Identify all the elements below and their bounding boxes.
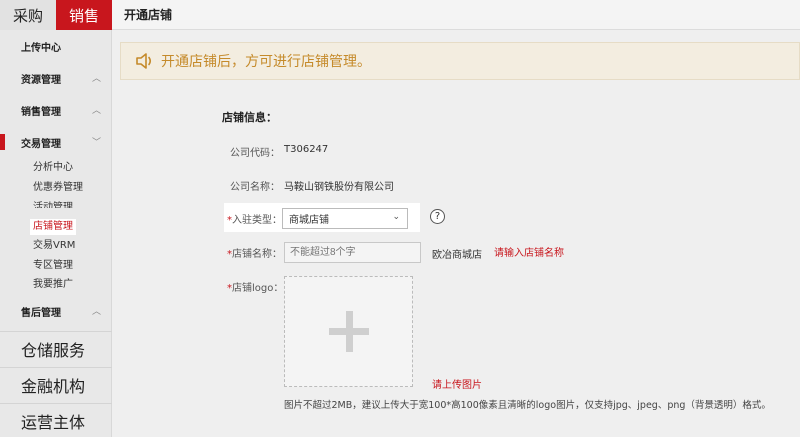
- notice-banner: 开通店铺后，方可进行店铺管理。: [120, 42, 800, 80]
- sidebar-subitem-trade-vrm[interactable]: 交易VRM: [33, 238, 75, 254]
- sidebar-service-label: 运营主体: [21, 412, 86, 432]
- sidebar-item-after-sales-management[interactable]: 售后管理 ︿: [0, 300, 112, 322]
- top-tabs: 采购 销售: [0, 0, 112, 30]
- help-icon[interactable]: ?: [430, 209, 445, 224]
- company-name-value: 马鞍山钢铁股份有限公司: [284, 182, 394, 193]
- company-name-label: 公司名称：: [230, 182, 280, 193]
- store-type-select[interactable]: 商城店铺 ⌄: [282, 208, 408, 229]
- sidebar-service-operator[interactable]: 运营主体: [0, 403, 112, 437]
- sidebar-item-resource-management[interactable]: 资源管理 ︿: [0, 67, 112, 89]
- sidebar-item-label: 交易管理: [21, 138, 61, 150]
- store-type-value: 商城店铺: [289, 215, 329, 226]
- chevron-up-icon: ︿: [92, 106, 102, 116]
- sidebar-item-label: 售后管理: [21, 307, 61, 319]
- chevron-up-icon: ︿: [92, 74, 102, 84]
- store-name-input[interactable]: [284, 242, 421, 263]
- chevron-down-icon: ﹀: [92, 138, 102, 148]
- sidebar-service-finance[interactable]: 金融机构: [0, 367, 112, 401]
- logo-error: 请上传图片: [432, 380, 482, 391]
- logo-upload-box[interactable]: [284, 276, 413, 387]
- notice-text: 开通店铺后，方可进行店铺管理。: [161, 54, 371, 70]
- page-title: 开通店铺: [124, 8, 173, 22]
- tab-sales[interactable]: 销售: [56, 0, 112, 30]
- page-header: 开通店铺: [112, 0, 800, 30]
- store-name-label-text: 店铺名称：: [232, 249, 282, 260]
- sidebar-service-label: 仓储服务: [21, 340, 86, 360]
- sidebar-subitem-zone-management[interactable]: 专区管理: [33, 258, 73, 274]
- store-type-label: *入驻类型：: [227, 211, 282, 226]
- sidebar-item-sales-management[interactable]: 销售管理 ︿: [0, 99, 112, 121]
- section-title: 店铺信息：: [222, 111, 277, 124]
- store-name-error: 请输入店铺名称: [494, 248, 564, 259]
- logo-upload-hint: 图片不超过2MB，建议上传大于宽100*高100像素且清晰的logo图片，仅支持…: [284, 400, 771, 411]
- sidebar-item-label: 上传中心: [21, 42, 61, 54]
- sidebar-subitem-activity-management[interactable]: 活动管理: [33, 200, 73, 208]
- chevron-up-icon: ︿: [92, 307, 102, 317]
- sidebar-subitem-analysis-center[interactable]: 分析中心: [33, 160, 73, 176]
- sidebar-service-warehousing[interactable]: 仓储服务: [0, 331, 112, 365]
- sidebar-subitem-coupon-management[interactable]: 优惠券管理: [33, 180, 83, 196]
- sidebar-subitem-promotion[interactable]: 我要推广: [33, 277, 73, 293]
- company-code-label: 公司代码：: [230, 148, 280, 159]
- store-logo-label: *店铺logo：: [227, 279, 283, 294]
- store-type-label-text: 入驻类型：: [232, 215, 282, 226]
- main-content: 开通店铺后，方可进行店铺管理。 店铺信息： 公司代码： T306247 公司名称…: [112, 30, 800, 437]
- plus-icon-vertical: [346, 311, 353, 352]
- company-code-value: T306247: [284, 144, 329, 155]
- tab-purchase[interactable]: 采购: [0, 0, 56, 30]
- sidebar-service-label: 金融机构: [21, 376, 86, 396]
- store-name-suffix: 欧冶商城店: [432, 250, 482, 261]
- sidebar-item-trade-management[interactable]: 交易管理 ﹀: [0, 131, 112, 153]
- chevron-down-icon: ⌄: [392, 212, 400, 222]
- sidebar: 上传中心 资源管理 ︿ 销售管理 ︿ 交易管理 ﹀ 分析中心 优惠券管理 活动管…: [0, 30, 112, 437]
- store-logo-label-text: 店铺logo：: [232, 283, 284, 294]
- sidebar-item-label: 销售管理: [21, 106, 61, 118]
- sidebar-subitem-store-management[interactable]: 店铺管理: [30, 219, 76, 235]
- sidebar-item-upload-center[interactable]: 上传中心: [0, 35, 112, 57]
- sidebar-item-label: 资源管理: [21, 74, 61, 86]
- speaker-icon: [136, 53, 152, 69]
- store-name-label: *店铺名称：: [227, 245, 282, 260]
